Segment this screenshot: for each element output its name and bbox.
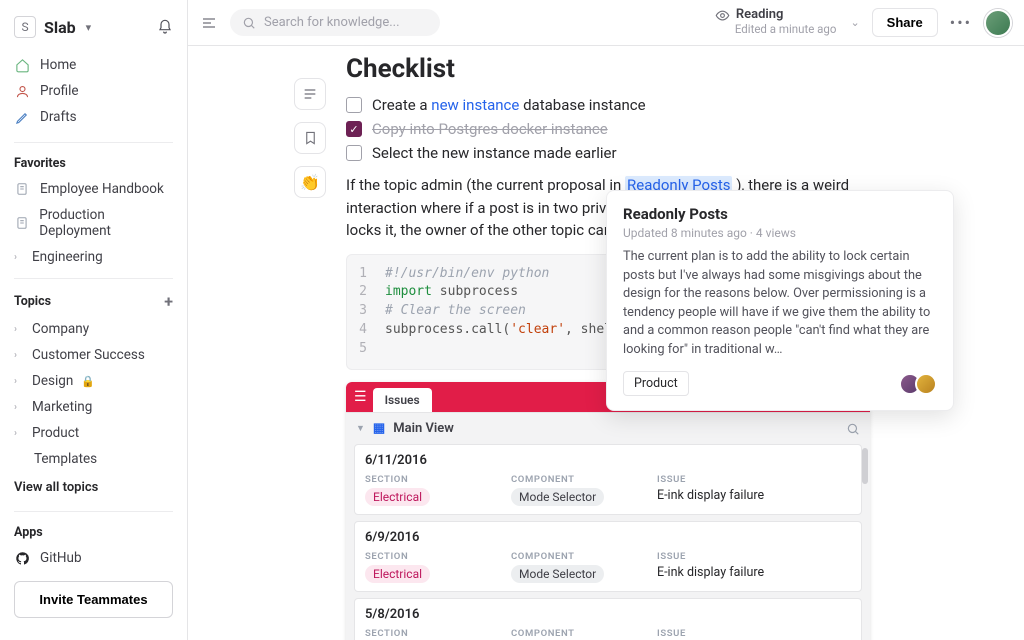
nav-drafts[interactable]: Drafts (0, 104, 187, 130)
preview-title: Readonly Posts (623, 205, 937, 223)
favorite-label: Employee Handbook (40, 181, 164, 197)
nav-label: Home (40, 57, 76, 73)
checkbox[interactable] (346, 97, 362, 113)
favorites-header: Favorites (0, 151, 187, 176)
topic-tag[interactable]: Product (623, 371, 689, 396)
workspace-name: Slab (44, 18, 76, 37)
app-github[interactable]: GitHub (0, 545, 187, 571)
avatar (915, 373, 937, 395)
doc-icon (14, 215, 29, 231)
topic-design[interactable]: ›Design 🔒 (0, 368, 187, 394)
table-row[interactable]: 5/8/2016 SECTION COMPONENT ISSUE (354, 598, 862, 640)
search-icon (242, 16, 256, 30)
app-label: GitHub (40, 550, 82, 566)
doc-icon (14, 181, 30, 197)
nav-label: Profile (40, 83, 79, 99)
grid-icon: ▦ (373, 421, 385, 436)
outline-button[interactable] (294, 78, 326, 110)
menu-icon[interactable] (200, 15, 218, 31)
bell-icon[interactable] (157, 19, 173, 35)
table-row[interactable]: 6/9/2016 SECTIONElectrical COMPONENTMode… (354, 521, 862, 592)
topic-company[interactable]: ›Company (0, 316, 187, 342)
caret-down-icon[interactable]: ▼ (356, 423, 365, 434)
topic-customer-success[interactable]: ›Customer Success (0, 342, 187, 368)
eye-icon (715, 8, 730, 23)
user-avatar[interactable] (984, 9, 1012, 37)
hover-preview-card: Readonly Posts Updated 8 minutes ago · 4… (606, 190, 954, 411)
checkbox[interactable] (346, 145, 362, 161)
workspace-logo: S (14, 16, 36, 38)
pencil-icon (14, 109, 30, 125)
lock-icon: 🔒 (81, 375, 95, 388)
nav-home[interactable]: Home (0, 52, 187, 78)
apps-header: Apps (0, 520, 187, 545)
favorite-item[interactable]: Production Deployment (0, 202, 187, 244)
sidebar: S Slab ▾ Home Profile Drafts Favori (0, 0, 188, 640)
clap-button[interactable]: 👏 (294, 166, 326, 198)
preview-meta: Updated 8 minutes ago · 4 views (623, 226, 937, 240)
view-all-topics[interactable]: View all topics (0, 472, 187, 503)
chevron-down-icon[interactable]: ⌄ (850, 16, 859, 29)
checkbox-checked[interactable]: ✓ (346, 121, 362, 137)
favorite-label: Production Deployment (39, 207, 173, 239)
user-icon (14, 83, 30, 99)
edited-time: Edited a minute ago (735, 23, 837, 36)
nav-profile[interactable]: Profile (0, 78, 187, 104)
table-row[interactable]: 6/11/2016 SECTIONElectrical COMPONENTMod… (354, 444, 862, 515)
search-icon[interactable] (846, 422, 860, 436)
airtable-embed: ☰ Issues ▼ ▦ Main View 6/11/2016 SECTION… (346, 382, 870, 640)
page-title: Checklist (346, 54, 1000, 84)
chevron-down-icon: ▾ (86, 21, 92, 34)
topbar: Search for knowledge... Reading Edited a… (188, 0, 1024, 46)
invite-teammates-button[interactable]: Invite Teammates (14, 581, 173, 618)
chevron-right-icon: › (14, 324, 24, 335)
search-input[interactable]: Search for knowledge... (230, 9, 440, 36)
favorite-label: Engineering (32, 249, 103, 265)
home-icon (14, 57, 30, 73)
chevron-right-icon: › (14, 428, 24, 439)
scrollbar[interactable] (862, 448, 868, 484)
topics-header: Topics + (0, 287, 187, 316)
checklist-item[interactable]: ✓ Copy into Postgres docker instance (346, 120, 1000, 138)
bookmark-button[interactable] (294, 122, 326, 154)
chevron-right-icon: › (14, 252, 24, 263)
topic-templates[interactable]: Templates (0, 446, 187, 472)
nav-label: Drafts (40, 109, 77, 125)
add-topic-button[interactable]: + (164, 292, 173, 311)
preview-body: The current plan is to add the ability t… (623, 248, 937, 359)
favorite-item[interactable]: Employee Handbook (0, 176, 187, 202)
contributor-avatars (905, 373, 937, 395)
inline-link[interactable]: new instance (431, 96, 519, 114)
topic-product[interactable]: ›Product (0, 420, 187, 446)
checklist-item[interactable]: Create a new instance database instance (346, 96, 1000, 114)
share-button[interactable]: Share (872, 8, 938, 37)
chevron-right-icon: › (14, 402, 24, 413)
workspace-switcher[interactable]: S Slab ▾ (0, 10, 187, 48)
topic-marketing[interactable]: ›Marketing (0, 394, 187, 420)
embed-tab[interactable]: Issues (373, 388, 432, 412)
checklist-item[interactable]: Select the new instance made earlier (346, 144, 1000, 162)
view-name[interactable]: Main View (393, 421, 454, 436)
chevron-right-icon: › (14, 350, 24, 361)
search-placeholder: Search for knowledge... (264, 15, 400, 30)
favorite-item[interactable]: › Engineering (0, 244, 187, 270)
embed-menu-icon[interactable]: ☰ (354, 389, 367, 405)
doc-status[interactable]: Reading Edited a minute ago (715, 8, 837, 36)
chevron-right-icon: › (14, 376, 24, 387)
github-icon (14, 550, 30, 566)
more-menu-button[interactable]: ••• (950, 13, 972, 32)
